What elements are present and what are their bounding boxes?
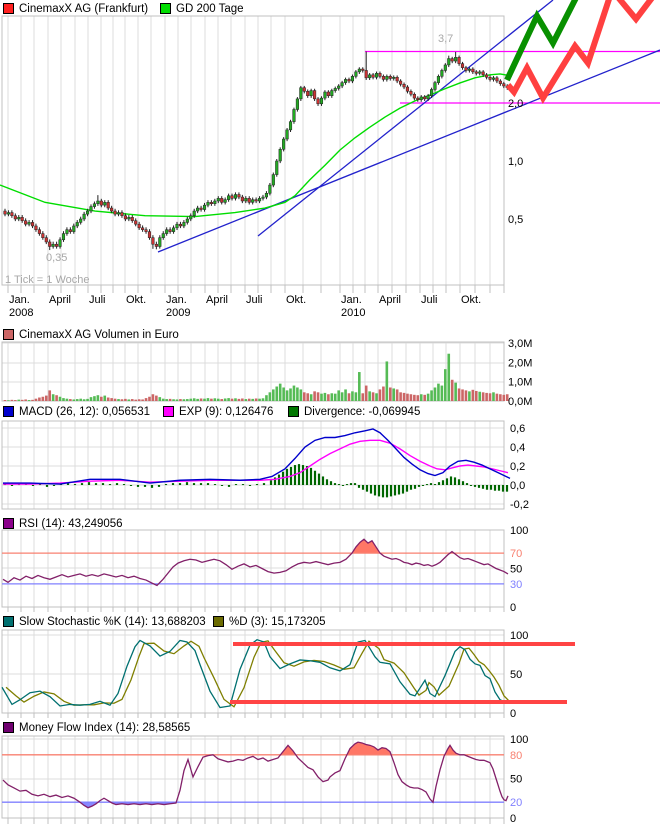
svg-text:Jan.: Jan. — [9, 294, 30, 306]
svg-text:Okt.: Okt. — [126, 294, 146, 306]
mfi-label: Money Flow Index (14): 28,58565 — [19, 721, 191, 734]
svg-text:2010: 2010 — [341, 307, 365, 319]
svg-text:April: April — [49, 294, 71, 306]
volume-panel: 3,0M 2,0M 1,0M 0,0M — [3, 338, 532, 408]
legend-item-volume: CinemaxX AG Volumen in Euro — [3, 328, 179, 341]
svg-text:2009: 2009 — [166, 307, 190, 319]
svg-text:April: April — [379, 294, 401, 306]
mfi-swatch — [3, 722, 14, 733]
svg-text:Juli: Juli — [89, 294, 106, 306]
svg-text:Jan.: Jan. — [166, 294, 187, 306]
svg-text:April: April — [206, 294, 228, 306]
legend-item-divergence: Divergence: -0,069945 — [288, 405, 420, 418]
svg-text:Jan.: Jan. — [341, 294, 362, 306]
svg-text:50: 50 — [510, 774, 522, 786]
svg-text:100: 100 — [510, 525, 528, 537]
macd-panel: 0,6 0,4 0,2 0,0 -0,2 — [3, 423, 529, 511]
legend-item-rsi: RSI (14): 43,249056 — [3, 517, 123, 530]
svg-text:1 Tick = 1 Woche: 1 Tick = 1 Woche — [5, 274, 89, 286]
svg-text:0: 0 — [510, 708, 516, 720]
svg-text:100: 100 — [510, 630, 528, 642]
price-series-label: CinemaxX AG (Frankfurt) — [19, 2, 149, 15]
svg-text:Okt.: Okt. — [461, 294, 481, 306]
legend-item-macd: MACD (26, 12): 0,056531 — [3, 405, 150, 418]
chart-page: 2,0 1,0 0,5 3,7 0,35 1 Tick = 1 Woche Jan. 2008… — [0, 0, 660, 826]
divergence-swatch — [288, 406, 299, 417]
svg-text:80: 80 — [510, 750, 522, 762]
legend-item-price: CinemaxX AG (Frankfurt) — [3, 2, 148, 15]
svg-text:30: 30 — [510, 579, 522, 591]
rsi-swatch — [3, 518, 14, 529]
svg-text:Juli: Juli — [246, 294, 263, 306]
legend-item-exp: EXP (9): 0,126476 — [163, 405, 273, 418]
gd200-swatch — [160, 3, 171, 14]
macd-swatch — [3, 406, 14, 417]
svg-text:0,6: 0,6 — [510, 423, 525, 435]
svg-text:0: 0 — [510, 602, 516, 614]
legend-item-gd200: GD 200 Tage — [160, 2, 244, 15]
svg-text:Okt.: Okt. — [286, 294, 306, 306]
stoch-k-swatch — [3, 616, 14, 627]
svg-text:2008: 2008 — [9, 307, 33, 319]
svg-text:1,0M: 1,0M — [508, 377, 532, 389]
svg-text:100: 100 — [510, 734, 528, 746]
stoch-d-label: %D (3): 15,173205 — [229, 615, 326, 628]
legend-item-stoch-d: %D (3): 15,173205 — [213, 615, 326, 628]
legend-item-stoch-k: Slow Stochastic %K (14): 13,688203 — [3, 615, 206, 628]
svg-text:0,4: 0,4 — [510, 442, 525, 454]
main-price-panel — [0, 0, 660, 253]
svg-text:0,2: 0,2 — [510, 461, 525, 473]
price-series-swatch — [3, 3, 14, 14]
volume-swatch — [3, 329, 14, 340]
svg-text:50: 50 — [510, 564, 522, 576]
exp-swatch — [163, 406, 174, 417]
svg-text:3,7: 3,7 — [438, 33, 453, 45]
rsi-panel: 100 70 50 30 0 — [2, 525, 528, 614]
svg-text:2,0M: 2,0M — [508, 357, 532, 369]
svg-text:0,0: 0,0 — [510, 480, 525, 492]
rsi-label: RSI (14): 43,249056 — [19, 517, 123, 530]
stoch-d-swatch — [213, 616, 224, 627]
divergence-label: Divergence: -0,069945 — [304, 405, 421, 418]
stoch-k-label: Slow Stochastic %K (14): 13,688203 — [19, 615, 206, 628]
exp-label: EXP (9): 0,126476 — [179, 405, 274, 418]
macd-label: MACD (26, 12): 0,056531 — [19, 405, 151, 418]
gd200-label: GD 200 Tage — [176, 2, 244, 15]
svg-text:2,0: 2,0 — [508, 98, 523, 110]
svg-text:70: 70 — [510, 548, 522, 560]
svg-text:0,5: 0,5 — [508, 214, 523, 226]
svg-text:0,0M: 0,0M — [508, 396, 532, 408]
svg-text:3,0M: 3,0M — [508, 338, 532, 350]
legend-item-mfi: Money Flow Index (14): 28,58565 — [3, 721, 190, 734]
svg-text:50: 50 — [510, 669, 522, 681]
svg-text:1,0: 1,0 — [508, 156, 523, 168]
svg-text:0,35: 0,35 — [46, 252, 67, 264]
svg-text:20: 20 — [510, 797, 522, 809]
svg-text:0: 0 — [510, 813, 516, 825]
svg-text:-0,2: -0,2 — [510, 499, 529, 511]
volume-label: CinemaxX AG Volumen in Euro — [19, 328, 179, 341]
svg-text:Juli: Juli — [421, 294, 438, 306]
